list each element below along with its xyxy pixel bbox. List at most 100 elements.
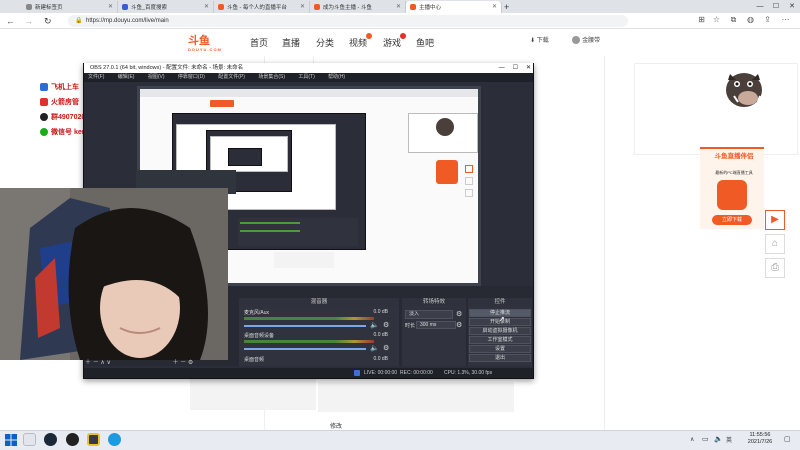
duration-label: 时长: [405, 323, 416, 329]
menu-docks[interactable]: 停靠窗口(D): [178, 74, 205, 80]
tab-douyu-home[interactable]: 斗鱼 - 每个人的直播平台 ✕: [214, 1, 310, 13]
studio-mode-button[interactable]: 工作室模式: [469, 336, 531, 344]
transition-select[interactable]: 淡入: [405, 310, 453, 319]
tab-new[interactable]: 新建标签页 ✕: [22, 1, 118, 13]
live-icon[interactable]: ▶: [765, 210, 785, 230]
app-icon[interactable]: [87, 433, 100, 446]
info-panel: [318, 382, 514, 412]
tab-baidu[interactable]: 斗鱼_百度搜索 ✕: [118, 1, 214, 13]
close-icon[interactable]: ✕: [204, 3, 209, 10]
download-link[interactable]: 下载: [537, 38, 549, 44]
download-now-button[interactable]: 立即下载: [712, 215, 752, 225]
window-controls: — ☐ ✕: [752, 0, 800, 13]
menu-scene-collection[interactable]: 场景集合(S): [258, 74, 285, 80]
extensions-icon[interactable]: ⊞: [697, 15, 706, 24]
douyu-icon: [314, 4, 320, 10]
nav-games[interactable]: 游戏: [383, 36, 401, 49]
tray-chevron-icon[interactable]: ∧: [690, 436, 694, 443]
gear-icon[interactable]: ⚙: [456, 310, 462, 318]
up-icon[interactable]: ∧: [100, 360, 104, 366]
menu-view[interactable]: 视图(V): [148, 74, 165, 80]
new-tab-button[interactable]: +: [502, 1, 516, 13]
nav-video[interactable]: 视频: [349, 36, 367, 49]
refresh-icon[interactable]: ↻: [44, 15, 52, 27]
back-icon[interactable]: ←: [6, 15, 15, 27]
file-explorer-icon[interactable]: [23, 433, 36, 446]
edge-icon[interactable]: [108, 433, 121, 446]
nav-home[interactable]: 首页: [250, 36, 268, 49]
settings-button[interactable]: 设置: [469, 345, 531, 353]
url-field[interactable]: 🔒 https://mp.douyu.com/live/main: [68, 15, 628, 27]
forward-icon[interactable]: →: [24, 15, 33, 27]
menu-edit[interactable]: 编辑(E): [118, 74, 135, 80]
gear-icon[interactable]: ⚙: [383, 321, 389, 329]
captured-meter: [240, 222, 300, 224]
menu-profile[interactable]: 配置文件(P): [218, 74, 245, 80]
tab-become-streamer[interactable]: 成为斗鱼主播 - 斗鱼 ✕: [310, 1, 406, 13]
down-icon[interactable]: ∨: [106, 360, 110, 366]
captured-side-btn: [465, 177, 473, 185]
streamer-ad-card: [634, 63, 798, 155]
add-icon[interactable]: ＋: [173, 360, 179, 366]
close-icon[interactable]: ✕: [526, 65, 531, 71]
rec-time: REC: 00:00:00: [400, 370, 433, 376]
nav-category[interactable]: 分类: [316, 36, 334, 49]
minimize-icon[interactable]: —: [499, 65, 505, 71]
collections-icon[interactable]: ⧉: [729, 15, 738, 24]
close-icon[interactable]: ✕: [396, 3, 401, 10]
close-icon[interactable]: ✕: [300, 3, 305, 10]
favorite-icon[interactable]: ☆: [712, 15, 721, 24]
home-icon[interactable]: ⌂: [765, 234, 785, 254]
gear-icon[interactable]: ⚙: [383, 344, 389, 352]
nav-fishbar[interactable]: 鱼吧: [416, 36, 434, 49]
network-icon[interactable]: ▭: [702, 435, 709, 443]
duration-field[interactable]: 300 ms: [416, 321, 456, 329]
douyu-logo[interactable]: 斗鱼 DOUYU.COM: [188, 32, 228, 52]
speaker-icon[interactable]: 🔈: [370, 344, 379, 352]
edit-link[interactable]: 修改: [330, 421, 342, 430]
captured-boar: [436, 118, 454, 136]
username[interactable]: 金腰带: [582, 38, 600, 44]
volume-slider[interactable]: [244, 348, 366, 350]
tab-streamer-center[interactable]: 主播中心 ✕: [406, 1, 502, 13]
nav-live[interactable]: 直播: [282, 36, 300, 49]
volume-meter: [244, 317, 374, 320]
remove-icon[interactable]: －: [93, 360, 99, 366]
webcam-feed: [0, 188, 228, 360]
remove-icon[interactable]: －: [180, 360, 186, 366]
maximize-icon[interactable]: ☐: [768, 0, 784, 13]
menu-help[interactable]: 帮助(H): [328, 74, 345, 80]
captured-promo: [436, 160, 458, 184]
qq-icon: [40, 113, 48, 121]
close-icon[interactable]: ✕: [108, 3, 113, 10]
steam-icon[interactable]: [44, 433, 57, 446]
close-icon[interactable]: ✕: [492, 3, 497, 10]
more-icon[interactable]: ⋯: [781, 15, 790, 24]
obs-icon[interactable]: [66, 433, 79, 446]
ad-line: 火箭房管: [40, 97, 79, 107]
gear-icon[interactable]: ⚙: [456, 321, 462, 329]
close-icon[interactable]: ✕: [784, 0, 800, 13]
obs-title-bar: OBS 27.0.1 (64 bit, windows) - 配置文件: 未命名…: [84, 63, 533, 73]
mixer-channel: 麦克风/Aux 0.0 dB: [244, 309, 388, 316]
clock[interactable]: 11:55:56 2021/7/26: [740, 432, 780, 446]
ime-icon[interactable]: 英: [726, 435, 732, 444]
menu-tools[interactable]: 工具(T): [298, 74, 314, 80]
notifications-icon[interactable]: ▢: [784, 435, 791, 443]
avatar[interactable]: [572, 36, 581, 45]
windows-start-icon[interactable]: [5, 434, 17, 446]
virtual-camera-button[interactable]: 启动虚拟摄像机: [469, 327, 531, 335]
speaker-icon[interactable]: 🔈: [370, 321, 379, 329]
share-icon[interactable]: ⇪: [763, 15, 772, 24]
maximize-icon[interactable]: ☐: [513, 65, 518, 71]
captured-tabbar: [140, 89, 478, 97]
add-icon[interactable]: ＋: [85, 360, 91, 366]
minimize-icon[interactable]: —: [752, 0, 768, 13]
volume-icon[interactable]: 🔈: [714, 435, 723, 443]
gear-icon[interactable]: ⚙: [188, 360, 193, 366]
screenshot-icon[interactable]: ⎙: [765, 258, 785, 278]
menu-file[interactable]: 文件(F): [88, 74, 104, 80]
exit-button[interactable]: 退出: [469, 354, 531, 362]
profile-icon[interactable]: ◍: [746, 15, 755, 24]
volume-slider[interactable]: [244, 325, 366, 327]
